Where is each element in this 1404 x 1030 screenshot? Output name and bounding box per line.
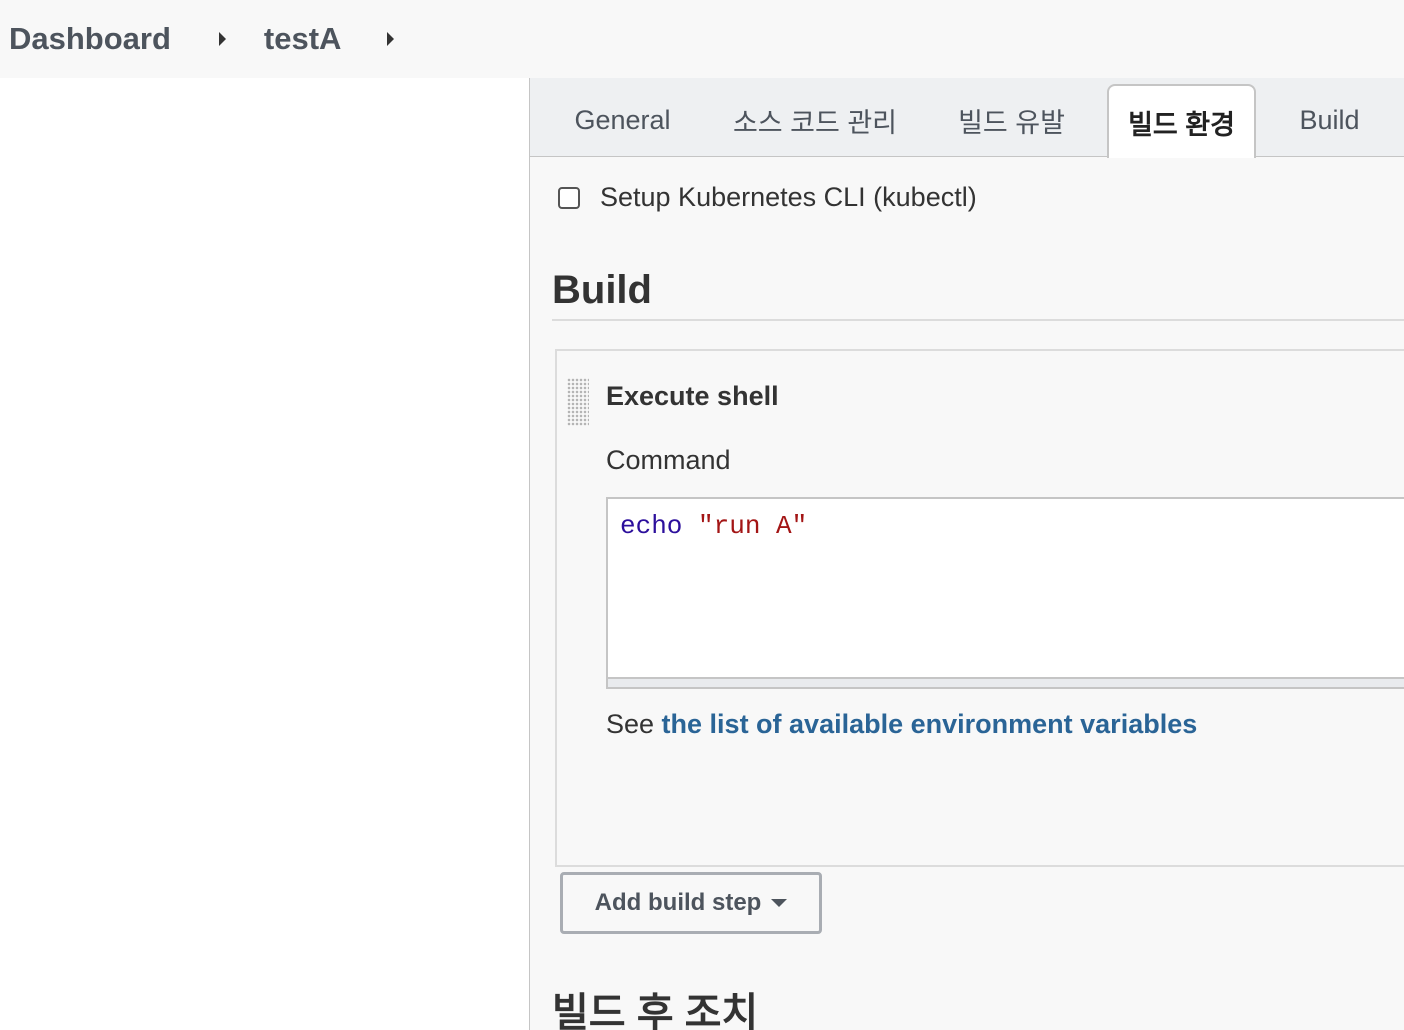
post-build-section-title: 빌드 후 조치 xyxy=(552,991,759,1030)
breadcrumb: Dashboard testA xyxy=(0,0,1404,78)
tab-build-environment[interactable]: 빌드 환경 xyxy=(1107,84,1256,158)
caret-down-icon xyxy=(771,899,788,907)
command-label: Command xyxy=(606,445,731,475)
code-keyword: echo xyxy=(620,511,683,541)
breadcrumb-chevron-right-icon[interactable] xyxy=(387,32,395,46)
kubectl-checkbox[interactable] xyxy=(558,186,580,209)
command-editor[interactable]: echo "run A" xyxy=(606,497,1404,679)
config-tab-bar: General 소스 코드 관리 빌드 유발 빌드 환경 Build xyxy=(530,78,1404,158)
breadcrumb-dashboard[interactable]: Dashboard xyxy=(9,21,171,57)
breadcrumb-testa[interactable]: testA xyxy=(264,21,342,57)
code-string: "run A" xyxy=(698,511,808,541)
editor-resize-handle[interactable] xyxy=(606,679,1404,689)
add-build-step-button[interactable]: Add build step xyxy=(560,872,822,934)
execute-shell-step: Execute shell Command echo "run A" See t… xyxy=(555,349,1404,867)
tab-general[interactable]: General xyxy=(550,84,695,157)
breadcrumb-chevron-right-icon[interactable] xyxy=(218,32,226,46)
build-section-title: Build xyxy=(552,268,1404,321)
tab-build[interactable]: Build xyxy=(1282,84,1377,157)
drag-handle-icon[interactable] xyxy=(567,378,589,426)
sidebar xyxy=(0,78,529,1030)
help-prefix: See xyxy=(606,709,662,739)
code-line: echo "run A" xyxy=(620,511,807,541)
kubectl-label[interactable]: Setup Kubernetes CLI (kubectl) xyxy=(600,182,977,213)
config-panel: General 소스 코드 관리 빌드 유발 빌드 환경 Build Setup… xyxy=(529,78,1404,1030)
kubectl-option-row[interactable]: Setup Kubernetes CLI (kubectl) xyxy=(558,182,977,213)
step-title: Execute shell xyxy=(606,381,779,411)
env-vars-link[interactable]: the list of available environment variab… xyxy=(662,709,1198,739)
tab-build-triggers[interactable]: 빌드 유발 xyxy=(944,84,1079,157)
tab-source-code[interactable]: 소스 코드 관리 xyxy=(720,84,910,157)
env-vars-help: See the list of available environment va… xyxy=(606,709,1197,740)
add-build-step-label: Add build step xyxy=(594,889,762,916)
